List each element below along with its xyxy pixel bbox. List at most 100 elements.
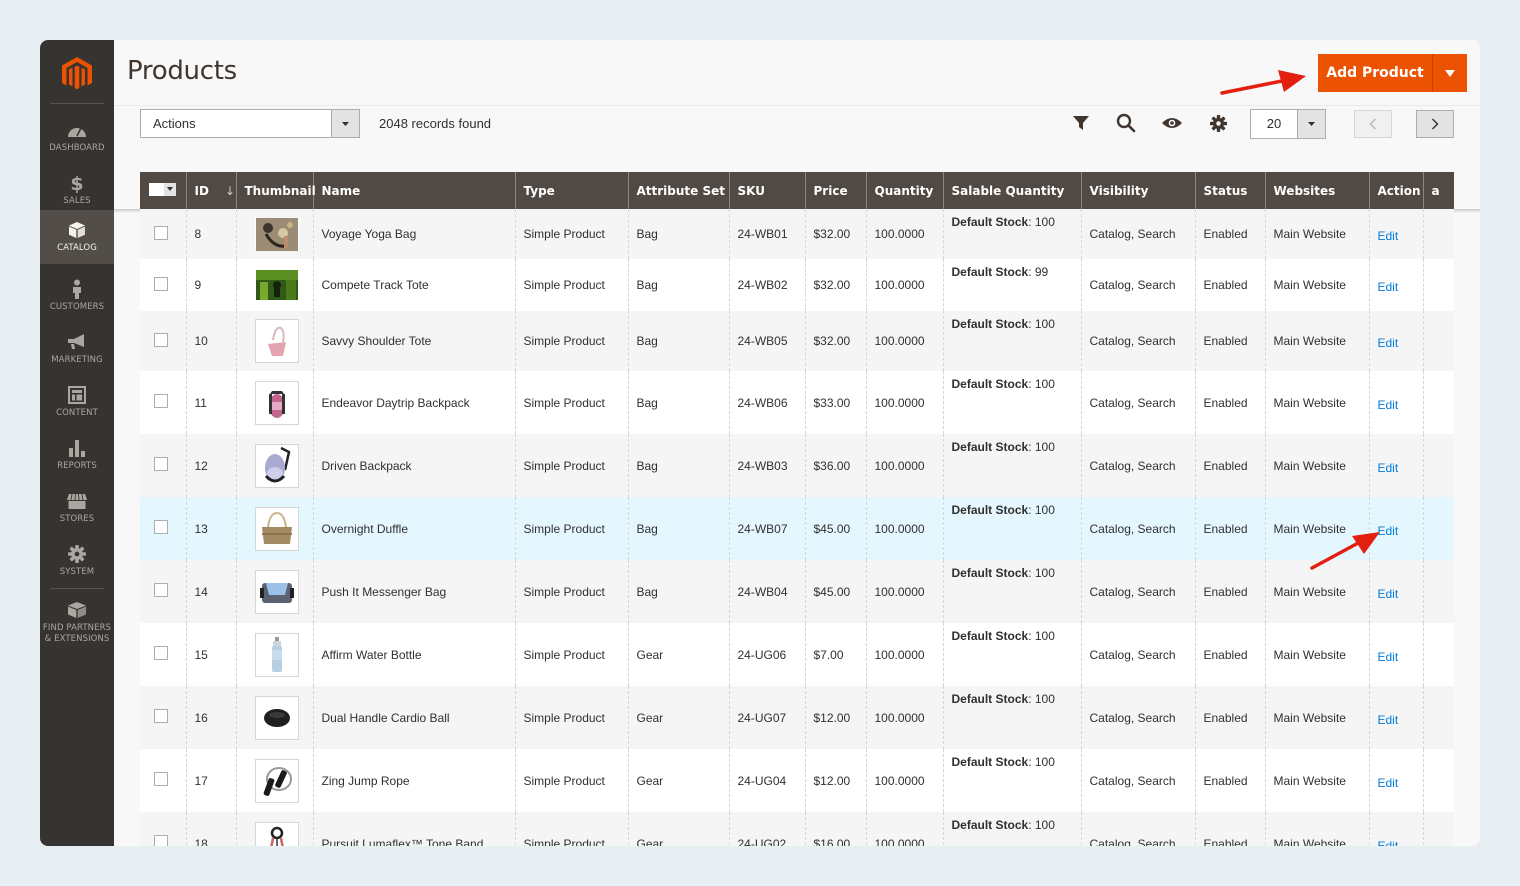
sidebar-item-content[interactable]: Content xyxy=(40,375,114,428)
admin-sidebar: Dashboard $ Sales Catalog Customers Marketing… xyxy=(40,40,114,846)
product-thumbnail[interactable] xyxy=(254,758,299,803)
table-row[interactable]: 8 Voyage Yoga Bag Simple Product Bag 24-WB01… xyxy=(140,209,1454,259)
row-checkbox[interactable] xyxy=(154,276,168,291)
table-row[interactable]: 15 Affirm Water Bottle Simple Product Gear 2… xyxy=(140,623,1454,686)
row-checkbox[interactable] xyxy=(154,709,168,723)
cell-visibility: Catalog, Search xyxy=(1080,497,1195,560)
sidebar-item-system[interactable]: System xyxy=(40,534,114,587)
edit-link[interactable]: Edit xyxy=(1378,461,1399,475)
column-header-status[interactable]: Status xyxy=(1194,172,1265,209)
table-row[interactable]: 13 Overnight Duffle Simple Product Bag 24-WB… xyxy=(140,497,1454,560)
row-select-cell xyxy=(140,623,186,686)
column-header-extra[interactable]: a xyxy=(1422,172,1454,209)
edit-link[interactable]: Edit xyxy=(1378,336,1399,350)
sidebar-item-marketing[interactable]: Marketing xyxy=(40,322,114,375)
cell-websites: Main Website xyxy=(1264,560,1369,623)
edit-link[interactable]: Edit xyxy=(1378,713,1399,727)
product-thumbnail[interactable] xyxy=(254,268,299,302)
row-checkbox[interactable] xyxy=(154,520,168,534)
edit-link[interactable]: Edit xyxy=(1378,280,1399,294)
salable-source-label: Default Stock xyxy=(951,818,1029,832)
product-thumbnail[interactable] xyxy=(254,821,299,846)
edit-link[interactable]: Edit xyxy=(1378,398,1399,412)
edit-link[interactable]: Edit xyxy=(1378,839,1399,847)
mass-actions-select[interactable]: Actions xyxy=(140,109,360,138)
mass-select-header[interactable] xyxy=(140,172,186,209)
row-checkbox[interactable] xyxy=(154,646,168,660)
table-row[interactable]: 18 Pursuit Lumaflex™ Tone Band Simple Prod… xyxy=(140,812,1454,846)
row-checkbox[interactable] xyxy=(154,394,168,408)
edit-link[interactable]: Edit xyxy=(1378,776,1399,790)
product-thumbnail[interactable] xyxy=(254,632,299,677)
table-row[interactable]: 11 Endeavor Daytrip Backpack Simple Produc… xyxy=(140,371,1454,434)
row-checkbox[interactable] xyxy=(154,835,168,846)
product-thumbnail[interactable] xyxy=(254,506,299,551)
column-header-sku[interactable]: SKU xyxy=(728,172,805,209)
per-page-select[interactable]: 20 xyxy=(1250,109,1326,139)
cell-attribute-set: Bag xyxy=(627,434,729,497)
row-checkbox[interactable] xyxy=(154,772,168,786)
cell-thumbnail xyxy=(235,749,313,812)
cell-status: Enabled xyxy=(1194,497,1265,560)
edit-link[interactable]: Edit xyxy=(1378,229,1399,243)
records-found: 2048 records found xyxy=(379,116,492,131)
sidebar-item-sales[interactable]: $ Sales xyxy=(40,163,114,216)
column-header-attribute-set[interactable]: Attribute Set xyxy=(627,172,729,209)
cell-extra xyxy=(1422,311,1454,371)
table-row[interactable]: 9 Compete Track Tote Simple Product Bag 24-W… xyxy=(140,259,1454,311)
sidebar-item-catalog[interactable]: Catalog xyxy=(40,210,114,264)
product-thumbnail[interactable] xyxy=(254,695,299,740)
column-header-name[interactable]: Name xyxy=(312,172,515,209)
column-header-id[interactable]: ID ↓ xyxy=(185,172,236,209)
next-page-button[interactable] xyxy=(1416,110,1454,138)
column-header-quantity[interactable]: Quantity xyxy=(865,172,943,209)
row-checkbox[interactable] xyxy=(154,583,168,597)
sidebar-item-find-partners-extensions[interactable]: Find Partners & Extensions xyxy=(40,590,114,650)
cell-action: Edit xyxy=(1368,497,1423,560)
cell-visibility: Catalog, Search xyxy=(1080,623,1195,686)
cell-type: Simple Product xyxy=(514,623,628,686)
row-checkbox[interactable] xyxy=(154,457,168,471)
column-header-thumbnail[interactable]: Thumbnail xyxy=(235,172,316,209)
table-row[interactable]: 17 Zing Jump Rope Simple Product Gear 24-UG0… xyxy=(140,749,1454,812)
sidebar-item-customers[interactable]: Customers xyxy=(40,269,114,322)
product-thumbnail[interactable] xyxy=(254,380,299,425)
column-header-visibility[interactable]: Visibility xyxy=(1080,172,1195,209)
product-thumbnail[interactable] xyxy=(254,217,299,251)
sidebar-item-dashboard[interactable]: Dashboard xyxy=(40,110,114,163)
column-header-websites[interactable]: Websites xyxy=(1264,172,1369,209)
eye-icon[interactable] xyxy=(1161,112,1183,134)
product-thumbnail[interactable] xyxy=(254,443,299,488)
columns-settings-gear-icon[interactable] xyxy=(1207,112,1229,134)
add-product-button[interactable]: Add Product xyxy=(1318,54,1432,92)
table-row[interactable]: 12 Driven Backpack Simple Product Bag 24-WB0… xyxy=(140,434,1454,497)
column-header-salable-quantity[interactable]: Salable Quantity xyxy=(942,172,1081,209)
edit-link[interactable]: Edit xyxy=(1378,650,1399,664)
table-row[interactable]: 10 Savvy Shoulder Tote Simple Product Bag 24… xyxy=(140,311,1454,371)
cell-attribute-set: Bag xyxy=(627,371,729,434)
cell-websites: Main Website xyxy=(1264,623,1369,686)
edit-link[interactable]: Edit xyxy=(1378,524,1399,538)
filter-icon[interactable] xyxy=(1070,112,1092,134)
cell-price: $32.00 xyxy=(804,259,866,311)
search-icon[interactable] xyxy=(1115,112,1137,134)
cell-websites: Main Website xyxy=(1264,812,1369,846)
sidebar-item-label: Catalog xyxy=(57,243,97,253)
product-thumbnail[interactable] xyxy=(254,569,299,614)
cell-visibility: Catalog, Search xyxy=(1080,434,1195,497)
table-row[interactable]: 14 Push It Messenger Bag Simple Product Bag… xyxy=(140,560,1454,623)
magento-logo-icon[interactable] xyxy=(57,54,97,94)
sidebar-item-reports[interactable]: Reports xyxy=(40,428,114,481)
sidebar-item-stores[interactable]: Stores xyxy=(40,481,114,534)
row-checkbox[interactable] xyxy=(154,225,168,240)
row-checkbox[interactable] xyxy=(154,332,168,347)
previous-page-button[interactable] xyxy=(1354,110,1392,138)
column-header-type[interactable]: Type xyxy=(514,172,628,209)
edit-link[interactable]: Edit xyxy=(1378,587,1399,601)
column-header-price[interactable]: Price xyxy=(804,172,866,209)
table-row[interactable]: 16 Dual Handle Cardio Ball Simple Product G… xyxy=(140,686,1454,749)
mass-select-checkbox[interactable] xyxy=(149,182,176,196)
add-product-type-dropdown[interactable] xyxy=(1432,54,1467,92)
cell-quantity: 100.0000 xyxy=(865,623,943,686)
product-thumbnail[interactable] xyxy=(254,319,299,363)
